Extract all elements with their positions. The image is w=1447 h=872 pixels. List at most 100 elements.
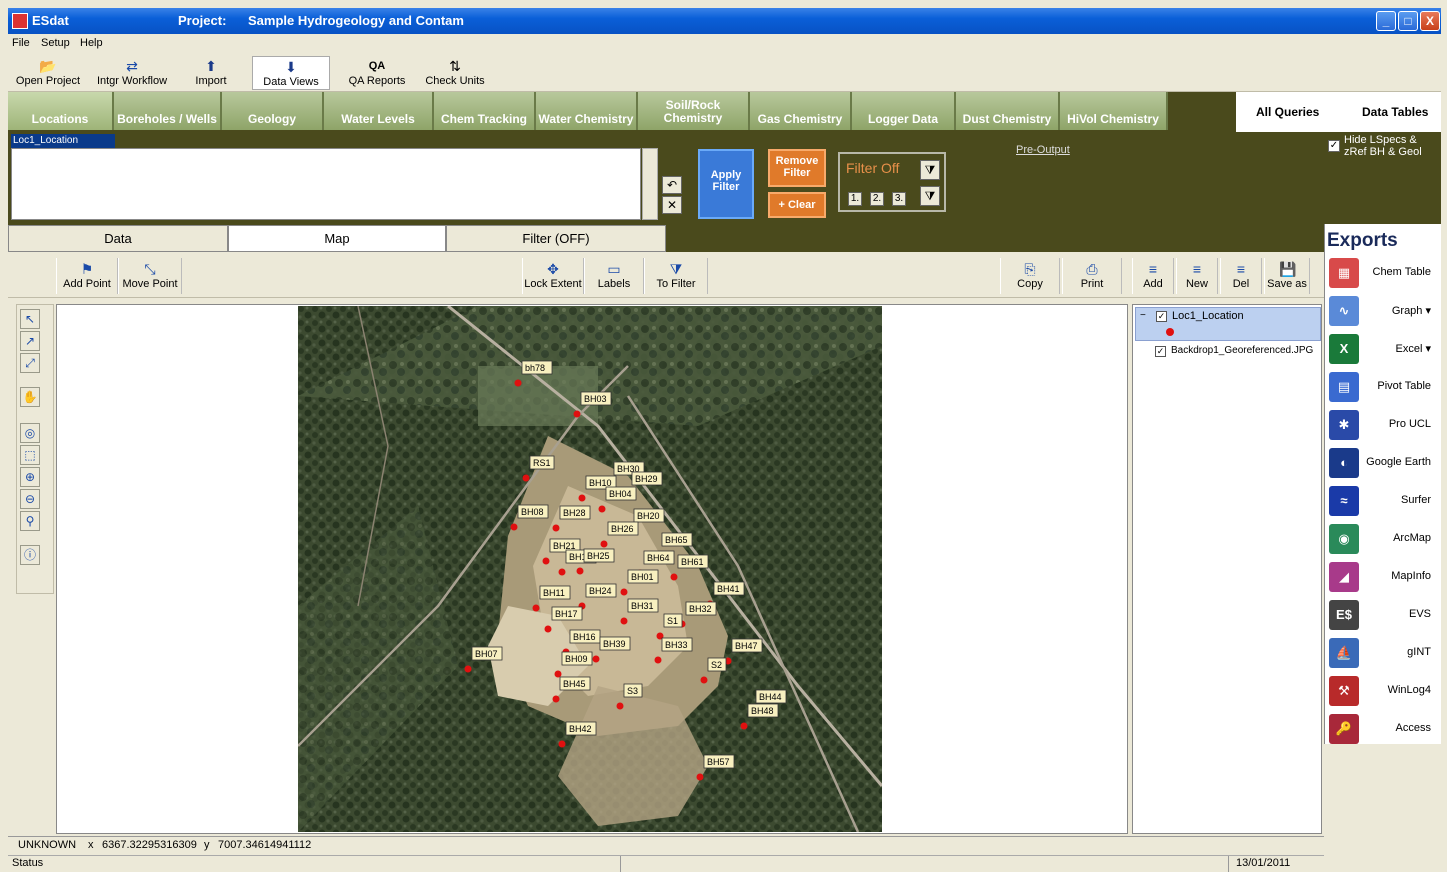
tab-all-queries[interactable]: All Queries: [1256, 105, 1319, 119]
export-winlog4-button[interactable]: ⚒ WinLog4: [1325, 672, 1441, 710]
intgr-workflow-button[interactable]: ⇄ Intgr Workflow: [92, 56, 172, 90]
tab-filter[interactable]: Filter (OFF): [446, 225, 666, 252]
qa-reports-button[interactable]: QA QA Reports: [342, 56, 412, 90]
tab-logger-data[interactable]: Logger Data: [852, 92, 956, 130]
export-mapinfo-button[interactable]: ◢ MapInfo: [1325, 558, 1441, 596]
zoom-layer-icon[interactable]: ⬚: [20, 445, 40, 465]
export-graph-button[interactable]: ∿ Graph ▾: [1325, 292, 1441, 330]
location-point[interactable]: [542, 557, 550, 565]
location-point[interactable]: [576, 567, 584, 575]
tab-map[interactable]: Map: [228, 225, 446, 252]
check-units-button[interactable]: ⇅ Check Units: [422, 56, 488, 90]
import-button[interactable]: ⬆ Import: [180, 56, 242, 90]
funnel-icon[interactable]: ⧩: [920, 160, 940, 180]
export-pivot-table-button[interactable]: ▤ Pivot Table: [1325, 368, 1441, 406]
tab-locations[interactable]: Locations: [8, 92, 114, 130]
query-text-area[interactable]: [11, 148, 641, 220]
location-point[interactable]: [670, 573, 678, 581]
tab-gas-chemistry[interactable]: Gas Chemistry: [750, 92, 852, 130]
move-point-button[interactable]: ⤡ Move Point: [118, 258, 182, 294]
export-access-button[interactable]: 🔑 Access: [1325, 710, 1441, 748]
filter-slot-2[interactable]: 2.: [870, 192, 884, 206]
menu-file[interactable]: File: [12, 37, 30, 49]
export-chem-table-button[interactable]: ▦ Chem Table: [1325, 254, 1441, 292]
pre-output-link[interactable]: Pre-Output: [1016, 144, 1070, 156]
menu-help[interactable]: Help: [80, 37, 103, 49]
filter-slot-1[interactable]: 1.: [848, 192, 862, 206]
location-point[interactable]: [578, 494, 586, 502]
tab-chem-tracking[interactable]: Chem Tracking: [434, 92, 536, 130]
query-scrollbar[interactable]: [642, 148, 658, 220]
new-layer-button[interactable]: ≡ New: [1176, 258, 1218, 294]
location-point[interactable]: [514, 379, 522, 387]
location-point[interactable]: [592, 655, 600, 663]
remove-filter-button[interactable]: Remove Filter: [768, 149, 826, 187]
select-multi-icon[interactable]: ⤢: [20, 353, 40, 373]
select-box-icon[interactable]: ↗: [20, 331, 40, 351]
tab-soil-rock-chemistry[interactable]: Soil/Rock Chemistry: [638, 92, 750, 130]
print-button[interactable]: ⎙ Print: [1062, 258, 1122, 294]
zoom-in-icon[interactable]: ⊕: [20, 467, 40, 487]
location-point[interactable]: [620, 588, 628, 596]
location-point[interactable]: [552, 524, 560, 532]
tab-geology[interactable]: Geology: [222, 92, 324, 130]
location-point[interactable]: [616, 702, 624, 710]
location-point[interactable]: [558, 740, 566, 748]
location-point[interactable]: [510, 523, 518, 531]
tab-water-levels[interactable]: Water Levels: [324, 92, 434, 130]
minimize-button[interactable]: _: [1376, 11, 1396, 31]
location-point[interactable]: [558, 568, 566, 576]
location-point[interactable]: [554, 670, 562, 678]
labels-button[interactable]: ▭ Labels: [584, 258, 644, 294]
location-point[interactable]: [522, 474, 530, 482]
aerial-backdrop-image[interactable]: bh78 BH03 RS1 BH30 BH29 BH10 BH04 BH08 BH28 BH20 B…: [298, 306, 882, 832]
undo-icon[interactable]: ↶: [662, 176, 682, 194]
location-point[interactable]: [598, 505, 606, 513]
filter-slot-3[interactable]: 3.: [892, 192, 906, 206]
collapse-icon[interactable]: −: [1140, 310, 1146, 321]
info-icon[interactable]: ⓘ: [20, 545, 40, 565]
close-button[interactable]: X: [1420, 11, 1440, 31]
delete-layer-button[interactable]: ≡ Del: [1220, 258, 1262, 294]
funnel-edit-icon[interactable]: ⧩: [920, 186, 940, 206]
layer-loc1-location[interactable]: − ✓ Loc1_Location: [1135, 307, 1321, 341]
tab-boreholes-wells[interactable]: Boreholes / Wells: [114, 92, 222, 130]
zoom-out-icon[interactable]: ⊖: [20, 489, 40, 509]
tab-hivol-chemistry[interactable]: HiVol Chemistry: [1060, 92, 1168, 130]
layer-checkbox[interactable]: ✓: [1155, 346, 1166, 357]
save-as-button[interactable]: 💾 Save as: [1264, 258, 1310, 294]
lock-extent-button[interactable]: ✥ Lock Extent: [522, 258, 584, 294]
export-evs-button[interactable]: E$ EVS: [1325, 596, 1441, 634]
zoom-icon[interactable]: ⚲: [20, 511, 40, 531]
open-project-button[interactable]: 📂 Open Project: [12, 56, 84, 90]
menu-setup[interactable]: Setup: [41, 37, 70, 49]
tab-water-chemistry[interactable]: Water Chemistry: [536, 92, 638, 130]
hide-lspecs-checkbox[interactable]: ✓: [1328, 140, 1340, 152]
apply-filter-button[interactable]: Apply Filter: [698, 149, 754, 219]
maximize-button[interactable]: □: [1398, 11, 1418, 31]
tab-data-tables[interactable]: Data Tables: [1362, 105, 1428, 119]
add-layer-button[interactable]: ≡ Add: [1132, 258, 1174, 294]
copy-button[interactable]: ⎘ Copy: [1000, 258, 1060, 294]
tab-dust-chemistry[interactable]: Dust Chemistry: [956, 92, 1060, 130]
location-point[interactable]: [544, 625, 552, 633]
location-point[interactable]: [532, 604, 540, 612]
layer-checkbox[interactable]: ✓: [1156, 311, 1167, 322]
pan-hand-icon[interactable]: ✋: [20, 387, 40, 407]
location-point[interactable]: [696, 773, 704, 781]
tab-data[interactable]: Data: [8, 225, 228, 252]
export-google-earth-button[interactable]: ◐ Google Earth: [1325, 444, 1441, 482]
add-point-button[interactable]: ⚑ Add Point: [56, 258, 118, 294]
location-point[interactable]: [600, 540, 608, 548]
export-gint-button[interactable]: ⛵ gINT: [1325, 634, 1441, 672]
full-extent-icon[interactable]: ◎: [20, 423, 40, 443]
export-surfer-button[interactable]: ≈ Surfer: [1325, 482, 1441, 520]
location-point[interactable]: [620, 617, 628, 625]
location-point[interactable]: [740, 722, 748, 730]
clear-filter-button[interactable]: + Clear: [768, 192, 826, 218]
location-point[interactable]: [464, 665, 472, 673]
location-point[interactable]: [700, 676, 708, 684]
data-views-button[interactable]: ⬇ Data Views: [252, 56, 330, 90]
location-point[interactable]: [654, 656, 662, 664]
close-icon[interactable]: ✕: [662, 196, 682, 214]
